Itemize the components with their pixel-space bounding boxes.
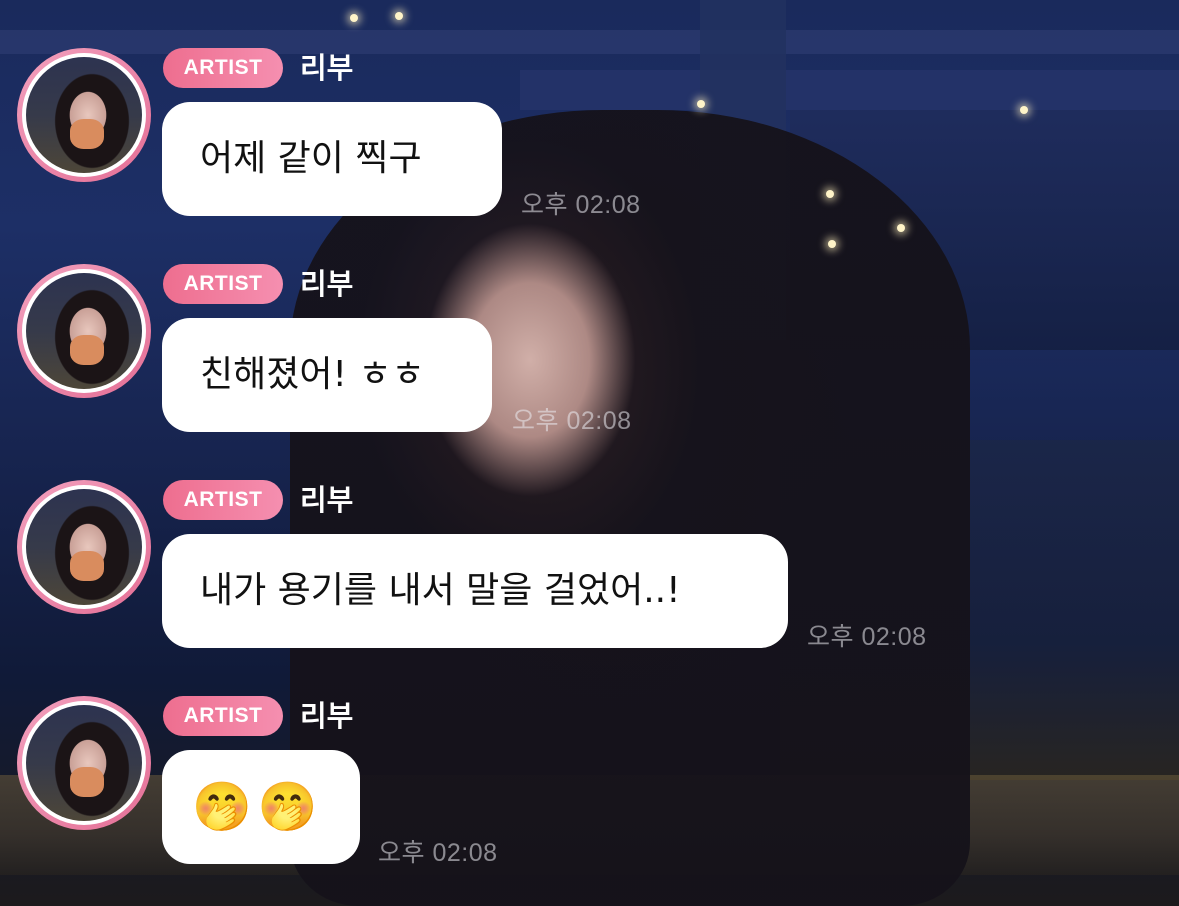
message-time: 오후 02:08 [521, 191, 641, 219]
city-light [395, 12, 403, 20]
avatar-photo [26, 489, 142, 605]
message-time: 오후 02:08 [512, 407, 632, 435]
city-light [826, 190, 834, 198]
message-time: 오후 02:08 [807, 623, 927, 651]
artist-badge: ARTIST [163, 48, 283, 88]
message-bubble[interactable]: 어제 같이 찍구 [162, 102, 502, 216]
artist-badge: ARTIST [163, 480, 283, 520]
avatar-photo [26, 273, 142, 389]
avatar[interactable] [17, 264, 151, 398]
artist-badge: ARTIST [163, 264, 283, 304]
message-bubble[interactable]: 친해졌어! ㅎㅎ [162, 318, 492, 432]
sender-name[interactable]: 리부 [300, 696, 353, 736]
city-light [1020, 106, 1028, 114]
sender-name[interactable]: 리부 [300, 264, 353, 304]
city-light [828, 240, 836, 248]
avatar-photo [26, 57, 142, 173]
avatar[interactable] [17, 696, 151, 830]
city-light [697, 100, 705, 108]
message-bubble[interactable]: 🤭 🤭 [162, 750, 360, 864]
avatar-photo [26, 705, 142, 821]
city-light [350, 14, 358, 22]
avatar[interactable] [17, 48, 151, 182]
background-person [290, 110, 970, 906]
message-bubble[interactable]: 내가 용기를 내서 말을 걸었어..! [162, 534, 788, 648]
background-bridge-lower [520, 70, 1179, 110]
sender-name[interactable]: 리부 [300, 480, 353, 520]
face-with-hand-over-mouth-icon: 🤭 [192, 779, 252, 835]
artist-badge: ARTIST [163, 696, 283, 736]
avatar[interactable] [17, 480, 151, 614]
face-with-hand-over-mouth-icon: 🤭 [257, 779, 318, 835]
message-time: 오후 02:08 [378, 839, 498, 867]
sender-name[interactable]: 리부 [300, 48, 353, 88]
city-light [897, 224, 905, 232]
